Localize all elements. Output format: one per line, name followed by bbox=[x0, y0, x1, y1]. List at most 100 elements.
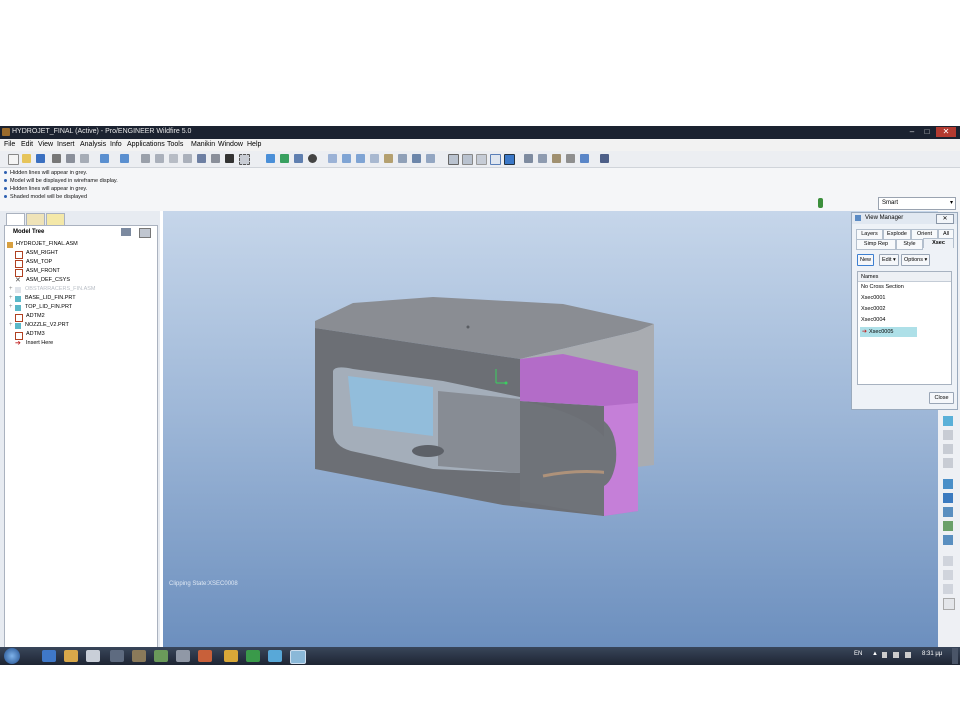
menu-edit[interactable]: Edit bbox=[21, 141, 33, 148]
expand-icon[interactable]: + bbox=[9, 295, 13, 301]
maximize-button[interactable]: □ bbox=[920, 127, 934, 137]
expand-icon[interactable]: + bbox=[9, 322, 13, 328]
expand-icon[interactable]: + bbox=[9, 286, 13, 292]
show-desktop-button[interactable] bbox=[952, 648, 958, 664]
redo-icon[interactable] bbox=[120, 154, 129, 163]
menu-view[interactable]: View bbox=[38, 141, 53, 148]
datum-axes-icon[interactable] bbox=[538, 154, 547, 163]
hole-icon[interactable] bbox=[943, 584, 953, 594]
tab-style[interactable]: Style bbox=[896, 239, 923, 250]
regenerate-icon[interactable] bbox=[197, 154, 206, 163]
extrude-icon[interactable] bbox=[943, 556, 953, 566]
view-manager-icon[interactable] bbox=[426, 154, 435, 163]
minimize-button[interactable]: – bbox=[905, 127, 919, 137]
tab-simp-rep[interactable]: Simp Rep bbox=[856, 239, 896, 250]
menu-insert[interactable]: Insert bbox=[57, 141, 75, 148]
wireframe-icon[interactable] bbox=[448, 154, 459, 165]
xsec-item-selected[interactable]: ➔ Xsec0005 bbox=[860, 327, 917, 337]
close-button[interactable]: ✕ bbox=[936, 127, 956, 137]
print-icon[interactable] bbox=[52, 154, 61, 163]
app-taskbar-icon[interactable] bbox=[176, 650, 190, 662]
tree-item-base-lid[interactable]: + BASE_LID_FIN.PRT bbox=[9, 295, 76, 304]
zoom-in-icon[interactable] bbox=[342, 154, 351, 163]
app-taskbar-icon[interactable] bbox=[132, 650, 146, 662]
spin-icon[interactable] bbox=[328, 154, 337, 163]
sketch-icon[interactable] bbox=[943, 598, 955, 610]
menu-applications[interactable]: Applications bbox=[127, 141, 165, 148]
find-icon[interactable] bbox=[225, 154, 234, 163]
paste-icon[interactable] bbox=[169, 154, 178, 163]
revolve-icon[interactable] bbox=[943, 570, 953, 580]
tree-item-adtm2[interactable]: ADTM2 bbox=[15, 313, 45, 322]
datum-axis-tool-icon[interactable] bbox=[943, 430, 953, 440]
expand-icon[interactable]: + bbox=[9, 304, 13, 310]
app-taskbar-icon[interactable] bbox=[268, 650, 282, 662]
copy-icon[interactable] bbox=[155, 154, 164, 163]
tree-item-csys[interactable]: ✕ ASM_DEF_CSYS bbox=[15, 277, 70, 286]
options-menu-button[interactable]: Options ▾ bbox=[901, 254, 931, 266]
tray-flag-icon[interactable] bbox=[882, 652, 887, 658]
shading-icon[interactable] bbox=[490, 154, 501, 165]
chrome-taskbar-icon[interactable] bbox=[246, 650, 260, 662]
datum-plane-tool-icon[interactable] bbox=[943, 416, 953, 426]
spin-center-icon[interactable] bbox=[280, 154, 289, 163]
edit-menu-button[interactable]: Edit ▾ bbox=[879, 254, 899, 266]
xsec-item[interactable]: Xsec0001 bbox=[861, 295, 885, 301]
cut-icon[interactable] bbox=[141, 154, 150, 163]
datum-points-icon[interactable] bbox=[552, 154, 561, 163]
undo-icon[interactable] bbox=[100, 154, 109, 163]
assemble-icon[interactable] bbox=[943, 479, 953, 489]
tree-item-subassembly[interactable]: + OBSTARRACERS_FIN.ASM bbox=[9, 286, 96, 295]
print-preview-icon[interactable] bbox=[66, 154, 75, 163]
graphics-viewport[interactable] bbox=[163, 211, 938, 648]
select-box-icon[interactable] bbox=[239, 154, 250, 165]
paste-special-icon[interactable] bbox=[183, 154, 192, 163]
save-icon[interactable] bbox=[36, 154, 45, 163]
zoom-out-icon[interactable] bbox=[356, 154, 365, 163]
repeat-icon[interactable] bbox=[943, 507, 953, 517]
reorient-icon[interactable] bbox=[384, 154, 393, 163]
model-cross-section[interactable] bbox=[163, 211, 938, 648]
tree-item-asm-right[interactable]: ASM_RIGHT bbox=[15, 250, 58, 259]
context-help-icon[interactable] bbox=[600, 154, 609, 163]
tree-item-assembly[interactable]: HYDROJET_FINAL.ASM bbox=[7, 241, 78, 250]
annotation-tool-icon[interactable] bbox=[943, 535, 953, 545]
hidden-line-icon[interactable] bbox=[462, 154, 473, 165]
ie-taskbar-icon[interactable] bbox=[42, 650, 56, 662]
enhanced-realism-icon[interactable] bbox=[504, 154, 515, 165]
tree-show-icon[interactable] bbox=[139, 228, 151, 238]
new-file-icon[interactable] bbox=[8, 154, 19, 165]
menu-file[interactable]: File bbox=[4, 141, 15, 148]
datum-point-tool-icon[interactable] bbox=[943, 458, 953, 468]
new-xsec-button[interactable]: New bbox=[857, 254, 875, 266]
tree-settings-icon[interactable] bbox=[121, 228, 131, 236]
proe-taskbar-icon[interactable] bbox=[290, 650, 306, 664]
repaint-icon[interactable] bbox=[266, 154, 275, 163]
package-icon[interactable] bbox=[943, 521, 953, 531]
menu-info[interactable]: Info bbox=[110, 141, 122, 148]
tree-item-nozzle[interactable]: + NOZZLE_V2.PRT bbox=[9, 322, 69, 331]
saved-views-icon[interactable] bbox=[398, 154, 407, 163]
tray-arrow-icon[interactable]: ▲ bbox=[872, 651, 878, 657]
datum-curve-tool-icon[interactable] bbox=[943, 444, 953, 454]
menu-help[interactable]: Help bbox=[247, 141, 261, 148]
annotation-icon[interactable] bbox=[580, 154, 589, 163]
tab-xsec[interactable]: Xsec bbox=[923, 238, 954, 248]
close-button[interactable]: Close bbox=[929, 392, 954, 404]
start-button-icon[interactable] bbox=[4, 648, 20, 664]
datum-planes-icon[interactable] bbox=[524, 154, 533, 163]
xsec-item[interactable]: Xsec0002 bbox=[861, 306, 885, 312]
selection-filter-dropdown[interactable]: Smart ▾ bbox=[878, 197, 956, 210]
app-taskbar-icon[interactable] bbox=[154, 650, 168, 662]
menu-tools[interactable]: Tools bbox=[167, 141, 183, 148]
open-folder-icon[interactable] bbox=[22, 154, 31, 163]
tree-item-top-lid[interactable]: + TOP_LID_FIN.PRT bbox=[9, 304, 72, 313]
app-taskbar-icon[interactable] bbox=[224, 650, 238, 662]
refit-icon[interactable] bbox=[370, 154, 379, 163]
menu-window[interactable]: Window bbox=[218, 141, 243, 148]
orient-mode-icon[interactable] bbox=[294, 154, 303, 163]
app-taskbar-icon[interactable] bbox=[110, 650, 124, 662]
regen-manager-icon[interactable] bbox=[211, 154, 220, 163]
volume-icon[interactable] bbox=[905, 652, 911, 658]
no-hidden-icon[interactable] bbox=[476, 154, 487, 165]
